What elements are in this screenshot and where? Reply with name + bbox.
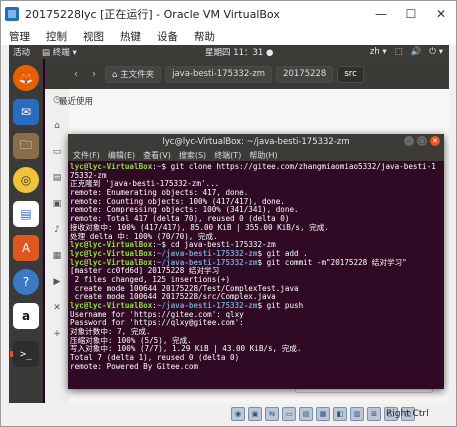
- device-indicator-icon[interactable]: ⊞: [367, 407, 381, 421]
- device-indicator-icon[interactable]: ▤: [299, 407, 313, 421]
- pictures-icon[interactable]: ▦: [51, 250, 63, 262]
- other-locations-icon[interactable]: +: [51, 328, 63, 340]
- ubuntu-dock: 🦊 ✉ 🗀 ◎ ▤ A ? a >_: [9, 59, 43, 403]
- terminal-output-line: remote: Powered By Gitee.com: [70, 361, 199, 371]
- prompt-path: ~/java-besti-175332-zm: [156, 301, 258, 310]
- menu-devices[interactable]: 设备: [157, 29, 178, 44]
- terminal-window[interactable]: lyc@lyc-VirtualBox: ~/java-besti-175332-…: [68, 134, 444, 389]
- maximize-button[interactable]: ☐: [396, 1, 426, 27]
- power-menu-icon[interactable]: ⏻ ▾: [429, 47, 443, 57]
- device-indicator-icon[interactable]: ⇆: [265, 407, 279, 421]
- terminal-close-button[interactable]: ✕: [430, 136, 440, 146]
- terminal-menubar: 文件(F) 编辑(E) 查看(V) 搜索(S) 终端(T) 帮助(H): [68, 149, 444, 161]
- menu-hotkeys[interactable]: 热键: [120, 29, 141, 44]
- window-controls: — ☐ ✕: [366, 1, 456, 27]
- device-indicator-icon[interactable]: ◉: [231, 407, 245, 421]
- breadcrumb-repo[interactable]: java-besti-175332-zm: [165, 65, 273, 83]
- window-title: 20175228lyc [正在运行] - Oracle VM VirtualBo…: [25, 8, 280, 21]
- network-icon[interactable]: ⬚: [395, 47, 403, 57]
- prompt-user: lyc@lyc-VirtualBox: [70, 163, 153, 171]
- terminal-menu-edit[interactable]: 编辑(E): [108, 150, 135, 161]
- writer-icon[interactable]: ▤: [13, 201, 39, 227]
- virtualbox-icon: [5, 7, 19, 21]
- device-indicator-icon[interactable]: ▦: [316, 407, 330, 421]
- vbox-statusbar: ◉ ▣ ⇆ ▭ ▤ ▦ ◧ ▥ ⊞ ▢ ◫ Right Ctrl: [1, 404, 456, 426]
- prompt-command: $ cd java-besti-175332-zm: [161, 240, 276, 250]
- files-headerbar: ‹ › ⌂ 主文件夹 java-besti-175332-zm 20175228…: [45, 59, 449, 89]
- software-center-icon[interactable]: A: [13, 235, 39, 261]
- prompt-command: $ git clone https://gitee.com/zhangmiaom…: [161, 163, 436, 171]
- videos-icon[interactable]: ▶: [51, 276, 63, 288]
- breadcrumb-src[interactable]: src: [337, 65, 364, 83]
- terminal-controls: – ▢ ✕: [404, 136, 440, 146]
- firefox-icon[interactable]: 🦊: [13, 65, 39, 91]
- back-arrow-icon[interactable]: ‹: [69, 67, 83, 81]
- breadcrumb-20175228[interactable]: 20175228: [276, 65, 334, 83]
- terminal-menu-file[interactable]: 文件(F): [73, 150, 100, 161]
- forward-arrow-icon[interactable]: ›: [87, 67, 101, 81]
- documents-icon[interactable]: ▤: [51, 172, 63, 184]
- prompt-command: $ git push: [257, 301, 304, 310]
- system-tray: zh ▾ ⬚ 🔊 ⏻ ▾: [370, 47, 443, 57]
- input-method-indicator[interactable]: zh ▾: [370, 47, 387, 57]
- device-indicator-icon[interactable]: ◧: [333, 407, 347, 421]
- terminal-prompt-line: lyc@lyc-VirtualBox:~$ git clone https://…: [70, 163, 442, 172]
- prompt-path: ~/java-besti-175332-zm: [156, 248, 258, 258]
- sidebar-item-recent[interactable]: 最近使用: [59, 95, 93, 107]
- volume-icon[interactable]: 🔊: [411, 47, 422, 57]
- terminal-menu-help[interactable]: 帮助(H): [249, 150, 277, 161]
- terminal-title: lyc@lyc-VirtualBox: ~/java-besti-175332-…: [162, 136, 350, 147]
- rhythmbox-icon[interactable]: ◎: [13, 167, 39, 193]
- menu-control[interactable]: 控制: [46, 29, 67, 44]
- terminal-output[interactable]: lyc@lyc-VirtualBox:~$ git clone https://…: [70, 163, 442, 389]
- terminal-maximize-button[interactable]: ▢: [417, 136, 427, 146]
- trash-icon[interactable]: ✕: [51, 302, 63, 314]
- help-icon[interactable]: ?: [13, 269, 39, 295]
- terminal-menu-terminal[interactable]: 终端(T): [214, 150, 241, 161]
- downloads-icon[interactable]: ▣: [51, 198, 63, 210]
- window-titlebar[interactable]: 20175228lyc [正在运行] - Oracle VM VirtualBo…: [1, 1, 456, 27]
- menu-help[interactable]: 帮助: [194, 29, 215, 44]
- host-key-label: Right Ctrl: [386, 409, 429, 419]
- menu-view[interactable]: 视图: [83, 29, 104, 44]
- clock[interactable]: 星期四 11：31 ●: [205, 46, 273, 58]
- nav-arrows: ‹ ›: [69, 67, 101, 81]
- prompt-user: lyc@lyc-VirtualBox: [70, 248, 153, 258]
- thunderbird-icon[interactable]: ✉: [13, 99, 39, 125]
- guest-screen[interactable]: 活动 ▤ 终端 ▾ 星期四 11：31 ● zh ▾ ⬚ 🔊 ⏻ ▾ 🦊 ✉ 🗀…: [9, 45, 449, 403]
- terminal-menu-search[interactable]: 搜索(S): [179, 150, 206, 161]
- device-indicator-icon[interactable]: ▭: [282, 407, 296, 421]
- files-sidebar: ◷ ⌂ ▭ ▤ ▣ ♪ ▦ ▶ ✕ +: [45, 89, 69, 403]
- device-indicator-icon[interactable]: ▥: [350, 407, 364, 421]
- desktop-icon[interactable]: ▭: [51, 146, 63, 158]
- vbox-menubar: 管理 控制 视图 热键 设备 帮助: [1, 27, 456, 45]
- home-icon[interactable]: ⌂: [51, 120, 63, 132]
- close-button[interactable]: ✕: [426, 1, 456, 27]
- amazon-icon[interactable]: a: [13, 303, 39, 329]
- menu-manage[interactable]: 管理: [9, 29, 30, 44]
- terminal-titlebar[interactable]: lyc@lyc-VirtualBox: ~/java-besti-175332-…: [68, 134, 444, 149]
- prompt-command: $ git commit -m"20175228 结对学习": [257, 257, 407, 267]
- prompt-command: $ git add .: [257, 248, 308, 258]
- device-indicator-icon[interactable]: ▣: [248, 407, 262, 421]
- terminal-icon[interactable]: >_: [10, 341, 39, 367]
- app-menu[interactable]: ▤ 终端 ▾: [42, 46, 77, 58]
- gnome-topbar: 活动 ▤ 终端 ▾ 星期四 11：31 ● zh ▾ ⬚ 🔊 ⏻ ▾: [9, 45, 449, 59]
- terminal-menu-view[interactable]: 查看(V): [143, 150, 171, 161]
- minimize-button[interactable]: —: [366, 1, 396, 27]
- prompt-user: lyc@lyc-VirtualBox: [70, 240, 153, 250]
- music-icon[interactable]: ♪: [51, 224, 63, 236]
- virtualbox-window: 20175228lyc [正在运行] - Oracle VM VirtualBo…: [0, 0, 457, 427]
- breadcrumb-home[interactable]: ⌂ 主文件夹: [105, 65, 162, 83]
- terminal-minimize-button[interactable]: –: [404, 136, 414, 146]
- files-icon[interactable]: 🗀: [13, 133, 39, 159]
- prompt-user: lyc@lyc-VirtualBox: [70, 301, 153, 310]
- activities-button[interactable]: 活动: [13, 46, 30, 58]
